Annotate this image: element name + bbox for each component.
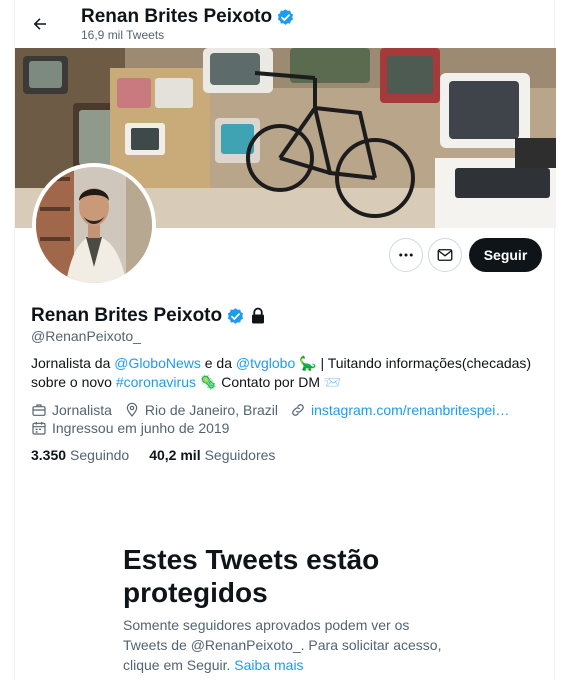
protected-text: Somente seguidores aprovados podem ver o… — [123, 615, 453, 675]
back-button[interactable] — [25, 9, 55, 39]
profile-name: Renan Brites Peixoto — [31, 305, 267, 327]
location-item: Rio de Janeiro, Brazil — [124, 402, 278, 418]
website-link[interactable]: instagram.com/renanbritespei… — [311, 402, 509, 418]
bio-text: Jornalista da — [31, 355, 115, 371]
location-pin-icon — [126, 402, 138, 417]
following-link[interactable]: 3.350 Seguindo — [31, 447, 129, 463]
avatar-image — [36, 167, 152, 283]
location-text: Rio de Janeiro, Brazil — [144, 402, 278, 418]
followers-link[interactable]: 40,2 mil Seguidores — [149, 447, 275, 463]
joined-text: Ingressou em junho de 2019 — [52, 420, 230, 436]
link-icon — [292, 404, 304, 416]
bio-hashtag-coronavirus[interactable]: #coronavirus — [116, 374, 196, 390]
learn-more-link[interactable]: Saiba mais — [234, 657, 303, 673]
profile-column: Renan Brites Peixoto 16,9 mil Tweets Seg… — [14, 0, 556, 680]
bio-mention-tvglobo[interactable]: @tvglobo — [236, 355, 295, 371]
lock-icon — [252, 307, 265, 324]
header-name: Renan Brites Peixoto — [81, 6, 295, 28]
verified-badge-icon — [277, 8, 294, 25]
profile-avatar[interactable] — [32, 163, 156, 287]
followers-label: Seguidores — [204, 447, 276, 463]
header-name-text: Renan Brites Peixoto — [81, 6, 273, 27]
calendar-icon — [32, 422, 46, 435]
message-button[interactable] — [428, 238, 462, 272]
profile-name-text: Renan Brites Peixoto — [31, 305, 223, 326]
profession-text: Jornalista — [52, 402, 112, 418]
joined-item: Ingressou em junho de 2019 — [31, 420, 229, 436]
follow-button[interactable]: Seguir — [469, 238, 542, 272]
following-count: 3.350 — [31, 447, 67, 463]
profile-meta-row: Jornalista Rio de Janeiro, Brazil instag… — [31, 402, 521, 418]
bio-text: e da — [200, 355, 236, 371]
bio-text: 🦠 Contato por DM 📨 — [196, 374, 342, 390]
verified-badge-icon — [227, 307, 244, 324]
protected-title: Estes Tweets estão protegidos — [123, 544, 380, 608]
header-tweet-count: 16,9 mil Tweets — [81, 28, 165, 42]
profession-item: Jornalista — [31, 402, 112, 418]
website-item: instagram.com/renanbritespei… — [290, 402, 509, 418]
following-label: Seguindo — [70, 447, 130, 463]
briefcase-icon — [32, 404, 46, 416]
back-arrow-icon — [33, 18, 46, 30]
more-button[interactable] — [389, 238, 423, 272]
envelope-icon — [437, 249, 453, 261]
profile-handle: @RenanPeixoto_ — [31, 328, 141, 344]
profile-joined-row: Ingressou em junho de 2019 — [31, 420, 241, 436]
more-horizontal-icon — [399, 253, 413, 257]
follow-counts: 3.350 Seguindo 40,2 mil Seguidores — [31, 447, 275, 463]
profile-header-bar: Renan Brites Peixoto 16,9 mil Tweets — [15, 0, 556, 48]
followers-count: 40,2 mil — [149, 447, 201, 463]
profile-bio: Jornalista da @GloboNews e da @tvglobo 🦕… — [31, 354, 541, 392]
bio-mention-globonews[interactable]: @GloboNews — [114, 355, 201, 371]
